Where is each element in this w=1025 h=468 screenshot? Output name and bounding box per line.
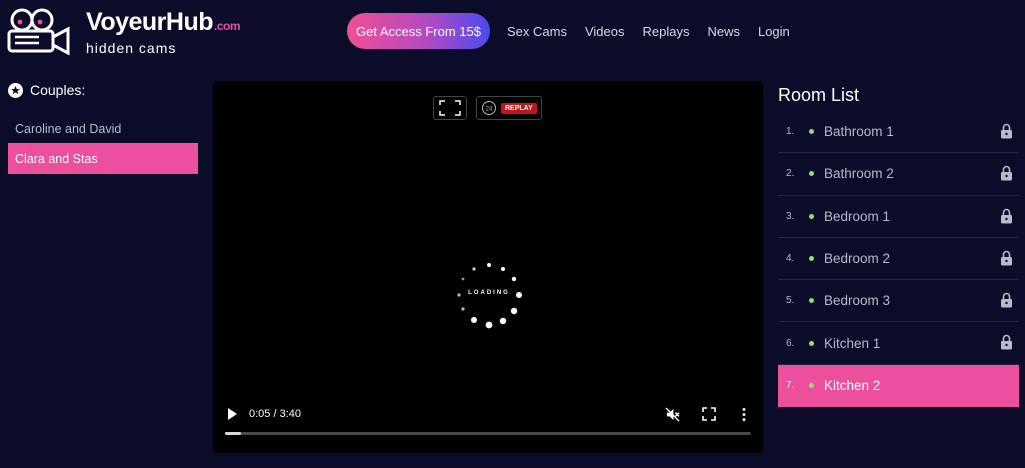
online-dot — [809, 256, 814, 262]
lock-icon — [1001, 166, 1012, 181]
expand-view-button[interactable] — [433, 96, 467, 120]
room-item-bedroom-2[interactable]: 4. Bedroom 2 — [778, 238, 1019, 281]
lock-icon — [1001, 292, 1012, 308]
lock-icon — [1001, 335, 1012, 350]
room-name: Kitchen 2 — [824, 378, 881, 394]
lock-icon — [1001, 208, 1012, 224]
nav-news[interactable]: News — [707, 24, 740, 40]
lock-icon — [1001, 250, 1012, 266]
progress-bar[interactable] — [225, 432, 751, 435]
couples-title: Couples: — [30, 82, 86, 98]
room-list: 1. Bathroom 1 2. Bathroom 2 3. Bedroom 1… — [778, 111, 1019, 408]
online-dot — [809, 298, 814, 304]
nav-videos[interactable]: Videos — [585, 24, 625, 40]
progress-fill — [225, 432, 241, 435]
online-dot — [809, 213, 814, 219]
room-name: Bedroom 2 — [824, 251, 891, 267]
couple-item-clara-and-stas[interactable]: Clara and Stas — [8, 143, 198, 174]
couples-heading: Couples: — [8, 82, 85, 98]
logo[interactable]: VoyeurHub.com hidden cams — [6, 6, 256, 58]
room-item-bathroom-1[interactable]: 1. Bathroom 1 — [778, 111, 1019, 154]
replay-badge: REPLAY — [501, 102, 537, 114]
brand-tagline: hidden cams — [86, 40, 177, 56]
camera-logo-icon — [7, 8, 70, 56]
room-number: 1. — [786, 126, 795, 138]
room-number: 4. — [786, 253, 795, 265]
replay-button[interactable]: 24 REPLAY — [476, 96, 542, 120]
nav-sex-cams[interactable]: Sex Cams — [507, 24, 567, 40]
get-access-button[interactable]: Get Access From 15$ — [347, 13, 490, 49]
play-icon[interactable] — [225, 407, 239, 421]
loading-spinner: LOADING — [453, 259, 525, 331]
more-options-icon[interactable] — [739, 407, 749, 422]
room-number: 7. — [786, 380, 795, 392]
room-name: Kitchen 1 — [824, 335, 881, 351]
room-name: Bedroom 1 — [824, 208, 891, 224]
nav-replays[interactable]: Replays — [642, 24, 689, 40]
replay-24h-icon: 24 — [482, 101, 496, 115]
room-number: 6. — [786, 337, 795, 349]
time-display: 0:05 / 3:40 — [249, 408, 301, 420]
player-controls: 0:05 / 3:40 — [213, 401, 763, 429]
room-list-title: Room List — [778, 85, 860, 105]
room-item-kitchen-1[interactable]: 6. Kitchen 1 — [778, 322, 1019, 365]
room-number: 3. — [786, 210, 795, 222]
video-player[interactable]: 24 REPLAY LOADING 0:05 / 3:40 — [213, 81, 763, 453]
brand-name: VoyeurHub — [86, 8, 214, 36]
room-item-kitchen-2[interactable]: 7. Kitchen 2 — [778, 364, 1019, 408]
room-item-bedroom-3[interactable]: 5. Bedroom 3 — [778, 280, 1019, 323]
online-dot — [809, 383, 814, 389]
room-name: Bathroom 2 — [824, 166, 894, 182]
nav-login[interactable]: Login — [758, 24, 790, 40]
fullscreen-icon[interactable] — [702, 407, 716, 421]
room-number: 5. — [786, 295, 795, 307]
room-name: Bedroom 3 — [824, 293, 891, 309]
loading-text: LOADING — [468, 290, 510, 296]
header: VoyeurHub.com hidden cams Get Access Fro… — [0, 0, 1025, 64]
main-nav: Sex Cams Videos Replays News Login — [507, 24, 808, 40]
svg-text:24: 24 — [486, 107, 493, 113]
expand-icon — [439, 100, 461, 116]
room-item-bedroom-1[interactable]: 3. Bedroom 1 — [778, 196, 1019, 238]
online-dot — [809, 171, 814, 177]
brand-tld: .com — [214, 19, 241, 33]
mute-icon[interactable] — [665, 407, 680, 422]
online-dot — [809, 340, 814, 346]
couple-item-caroline-and-david[interactable]: Caroline and David — [8, 113, 198, 144]
star-icon — [8, 82, 23, 98]
room-item-bathroom-2[interactable]: 2. Bathroom 2 — [778, 153, 1019, 196]
lock-icon — [1001, 123, 1012, 139]
online-dot — [809, 129, 814, 135]
room-number: 2. — [786, 168, 795, 180]
room-name: Bathroom 1 — [824, 124, 894, 140]
